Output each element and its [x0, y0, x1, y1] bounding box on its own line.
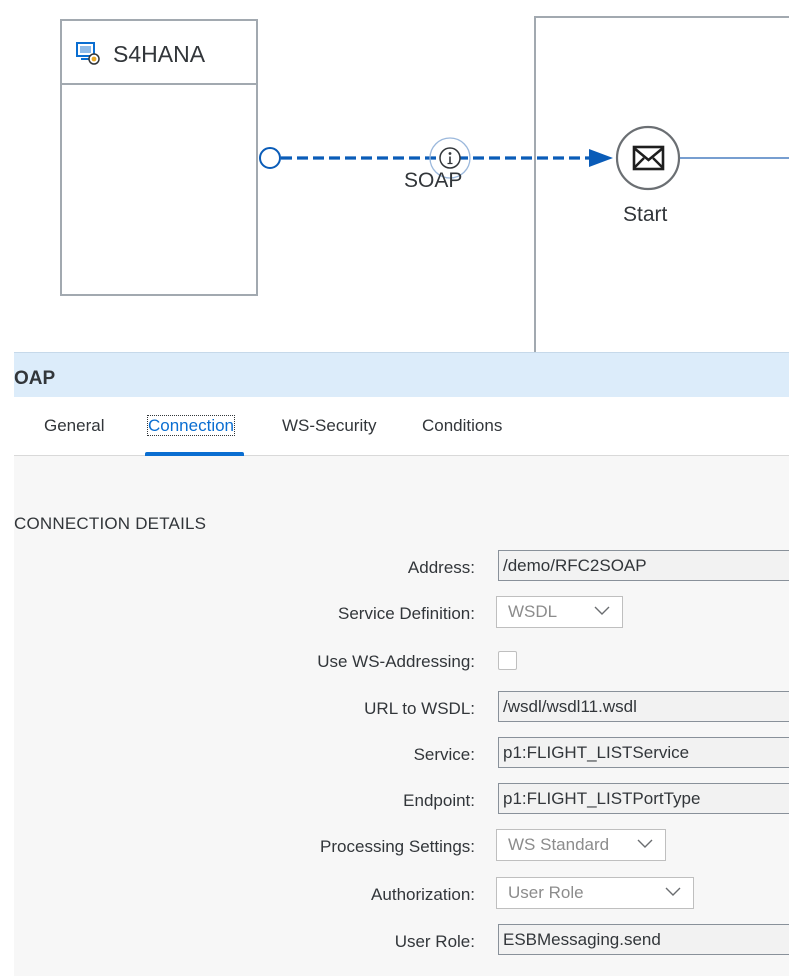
tab-conditions[interactable]: Conditions	[422, 416, 502, 452]
tab-conditions-label: Conditions	[422, 416, 503, 435]
chevron-down-icon	[665, 887, 681, 896]
connection-arrowhead	[589, 149, 613, 167]
url-to-wsdl-input[interactable]: /wsdl/wsdl11.wsdl	[498, 691, 789, 722]
envelope-icon	[632, 145, 665, 171]
tab-general-label: General	[44, 416, 105, 435]
tab-ws-security-label: WS-Security	[282, 416, 377, 435]
authorization-label: Authorization:	[371, 885, 475, 904]
integration-flow-canvas[interactable]: S4HANA SOAP Start	[0, 0, 789, 356]
url-to-wsdl-label: URL to WSDL:	[364, 699, 475, 718]
section-title-connection-details: CONNECTION DETAILS	[14, 514, 207, 533]
authorization-value: User Role	[508, 883, 584, 902]
service-input[interactable]: p1:FLIGHT_LISTService	[498, 737, 789, 768]
endpoint-input[interactable]: p1:FLIGHT_LISTPortType	[498, 783, 789, 814]
service-definition-select[interactable]: WSDL	[496, 596, 623, 628]
chevron-down-icon	[594, 606, 610, 615]
processing-settings-select[interactable]: WS Standard	[496, 829, 666, 861]
panel-title: OAP	[14, 368, 56, 389]
panel-header: OAP	[14, 352, 789, 398]
processing-settings-label: Processing Settings:	[320, 837, 475, 856]
diagram-edges	[259, 125, 789, 191]
tab-bar: General Connection WS-Security Condition…	[14, 397, 789, 456]
start-event-label: Start	[623, 203, 668, 226]
tab-connection[interactable]: Connection	[146, 415, 236, 452]
authorization-select[interactable]: User Role	[496, 877, 694, 909]
tab-ws-security[interactable]: WS-Security	[282, 416, 376, 452]
chevron-down-icon	[637, 839, 653, 848]
use-ws-addressing-label: Use WS-Addressing:	[317, 652, 475, 671]
address-input[interactable]: /demo/RFC2SOAP	[498, 550, 789, 581]
endpoint-label: Endpoint:	[403, 791, 475, 810]
user-role-input[interactable]: ESBMessaging.send	[498, 924, 789, 955]
connection-label: SOAP	[404, 169, 463, 192]
service-label: Service:	[413, 745, 475, 764]
tab-connection-label: Connection	[146, 415, 236, 436]
use-ws-addressing-checkbox[interactable]	[498, 651, 517, 670]
user-role-label: User Role:	[394, 932, 475, 951]
active-tab-indicator	[145, 452, 244, 456]
tab-general[interactable]: General	[44, 416, 104, 452]
address-label: Address:	[407, 558, 475, 577]
service-definition-label: Service Definition:	[337, 604, 475, 623]
processing-settings-value: WS Standard	[508, 835, 610, 854]
connection-source-port[interactable]	[259, 147, 281, 169]
start-message-event[interactable]	[615, 125, 681, 191]
service-definition-value: WSDL	[508, 602, 558, 621]
properties-panel: OAP General Connection WS-Security Condi…	[14, 352, 789, 976]
